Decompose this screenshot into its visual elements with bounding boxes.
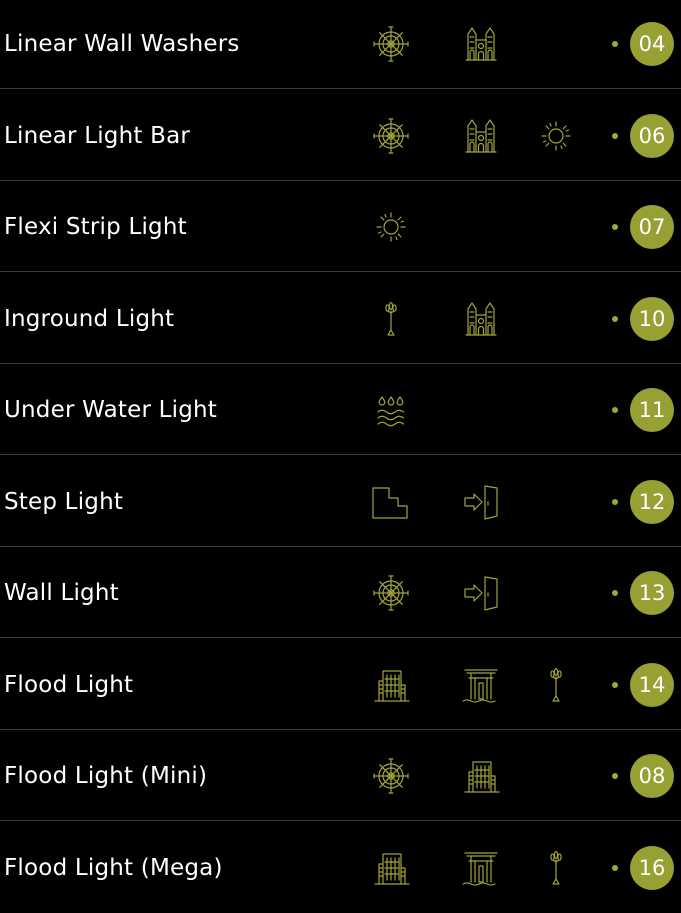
product-name: Flexi Strip Light <box>4 214 187 240</box>
product-name: Flood Light <box>4 671 134 698</box>
stairs-icon <box>369 480 413 524</box>
page-number-badge[interactable]: 13 <box>630 571 674 615</box>
bullet-dot <box>612 407 618 413</box>
bullet-dot <box>612 41 618 47</box>
water-icon <box>369 388 413 432</box>
page-number-badge[interactable]: 04 <box>630 22 674 66</box>
list-item[interactable]: Step Light 12 <box>0 457 681 547</box>
bullet-dot <box>612 498 618 505</box>
page-number-badge[interactable]: 12 <box>630 479 674 524</box>
row-divider <box>0 88 681 89</box>
list-item[interactable]: Under Water Light 11 <box>0 365 681 455</box>
list-item[interactable]: Wall Light 13 <box>0 548 681 638</box>
bullet-dot <box>612 681 618 688</box>
row-divider <box>0 362 681 364</box>
row-divider <box>0 545 681 547</box>
ship-wheel-icon <box>369 22 413 66</box>
row-divider <box>0 637 681 638</box>
page-number-badge[interactable]: 10 <box>630 296 674 341</box>
row-divider <box>0 728 681 730</box>
product-name: Flood Light (Mega) <box>4 854 223 881</box>
bullet-dot <box>612 132 618 139</box>
cathedral-icon <box>459 114 503 158</box>
list-item[interactable]: Flood Light 14 <box>0 640 681 730</box>
bullet-dot <box>612 315 618 322</box>
product-name: Linear Light Bar <box>4 122 191 149</box>
page-number-badge[interactable]: 14 <box>630 662 674 707</box>
sun-icon <box>369 205 413 249</box>
cathedral-icon <box>459 22 503 66</box>
row-divider <box>0 820 681 821</box>
list-item[interactable]: Flexi Strip Light 07 <box>0 182 681 272</box>
list-item[interactable]: Inground Light 10 <box>0 274 681 364</box>
page-number-badge[interactable]: 07 <box>630 205 674 249</box>
building-icon <box>459 754 503 798</box>
ship-wheel-icon <box>369 571 413 615</box>
list-item[interactable]: Flood Light (Mega) 16 <box>0 823 681 913</box>
palm-tree-icon <box>534 846 578 890</box>
page-number-badge[interactable]: 11 <box>630 388 674 432</box>
list-item[interactable]: Flood Light (Mini) 08 <box>0 731 681 821</box>
product-name: Step Light <box>4 488 124 515</box>
bullet-dot <box>612 224 618 230</box>
product-name: Linear Wall Washers <box>4 31 240 57</box>
door-enter-icon <box>459 571 503 615</box>
building-icon <box>369 663 413 707</box>
ship-wheel-icon <box>369 114 413 158</box>
list-item[interactable]: Linear Light Bar 06 <box>0 91 681 181</box>
page-number-badge[interactable]: 16 <box>630 845 674 890</box>
bullet-dot <box>612 590 618 596</box>
product-list: Linear Wall Washers 04 Linear Light Bar … <box>0 0 681 890</box>
sun-icon <box>534 114 578 158</box>
torii-gate-icon <box>459 663 503 707</box>
product-name: Flood Light (Mini) <box>4 763 208 789</box>
row-divider <box>0 454 681 455</box>
product-name: Inground Light <box>4 305 175 332</box>
row-divider <box>0 179 681 181</box>
page-number-badge[interactable]: 08 <box>630 754 674 798</box>
palm-tree-icon <box>534 663 578 707</box>
ship-wheel-icon <box>369 754 413 798</box>
bullet-dot <box>612 773 618 779</box>
door-enter-icon <box>459 480 503 524</box>
page-number-badge[interactable]: 06 <box>630 113 674 158</box>
building-icon <box>369 846 413 890</box>
list-item[interactable]: Linear Wall Washers 04 <box>0 0 681 89</box>
palm-tree-icon <box>369 297 413 341</box>
product-name: Wall Light <box>4 580 119 606</box>
cathedral-icon <box>459 297 503 341</box>
row-divider <box>0 271 681 272</box>
torii-gate-icon <box>459 846 503 890</box>
product-name: Under Water Light <box>4 397 218 423</box>
